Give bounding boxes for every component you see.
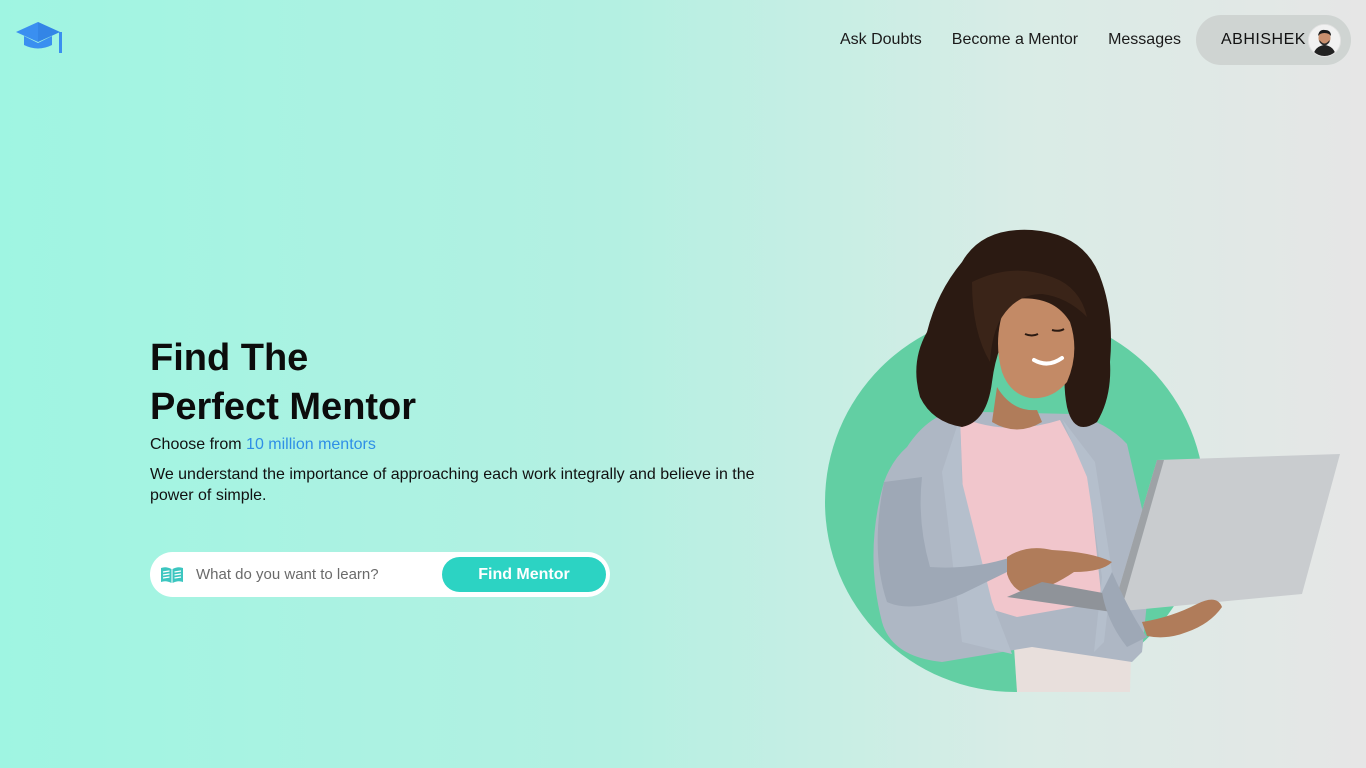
graduation-cap-icon[interactable] [14,20,66,56]
user-profile-button[interactable]: ABHISHEK [1196,15,1351,65]
open-book-icon [161,566,183,583]
face [998,298,1075,399]
find-mentor-button[interactable]: Find Mentor [442,557,606,592]
avatar-image [1309,24,1340,56]
user-name: ABHISHEK [1221,31,1306,48]
title-line-2: Perfect Mentor [150,386,417,428]
page-title: Find The Perfect Mentor [150,334,790,432]
hero-subtitle: Choose from 10 million mentors [150,436,790,454]
hero-section: Find The Perfect Mentor Choose from 10 m… [150,334,790,506]
nav-become-mentor[interactable]: Become a Mentor [952,31,1078,49]
avatar [1308,23,1341,57]
mentor-count-highlight: 10 million mentors [246,436,376,453]
nav-messages[interactable]: Messages [1108,31,1181,49]
subtitle-prefix: Choose from [150,436,247,453]
hero-description: We understand the importance of approach… [150,466,755,504]
title-line-1: Find The [150,337,309,379]
hero-illustration [825,229,1340,692]
top-navigation: Ask Doubts Become a Mentor Messages ABHI… [840,15,1351,65]
nav-ask-doubts[interactable]: Ask Doubts [840,31,922,49]
search-bar: Find Mentor [150,552,610,597]
search-input[interactable] [196,566,436,583]
